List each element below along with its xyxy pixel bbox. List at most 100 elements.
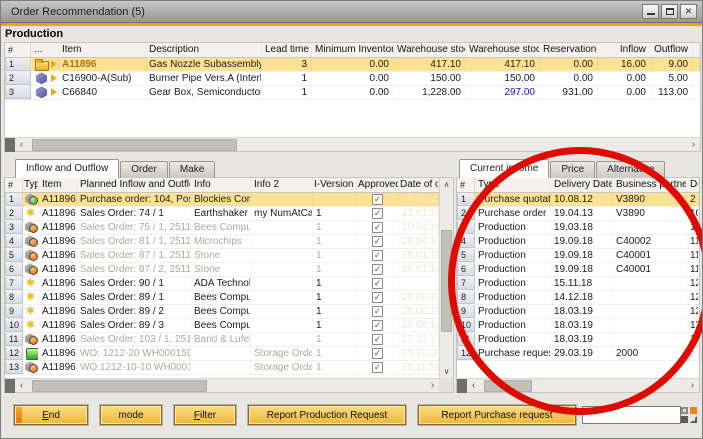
tab-alternative[interactable]: Alternative — [596, 161, 665, 178]
table-row[interactable]: 8 Production 14.12.18 12 — [457, 291, 699, 305]
approved-checkbox[interactable]: ✓ — [372, 348, 383, 359]
column-header[interactable]: Approved — [357, 178, 399, 192]
mode-button[interactable]: mode — [100, 405, 162, 425]
row-number[interactable]: 4 — [457, 235, 475, 248]
table-row[interactable]: 8 A11896 Sales Order: 89 / 1 Bees Comput… — [5, 291, 439, 305]
maximize-button[interactable] — [661, 4, 678, 19]
row-number[interactable]: 5 — [5, 249, 23, 262]
row-number[interactable]: 5 — [457, 249, 475, 262]
column-header[interactable]: Item — [59, 43, 146, 57]
splitter-handle[interactable] — [457, 379, 467, 393]
income-hscrollbar[interactable]: ‹ › — [457, 378, 699, 392]
column-header[interactable]: # — [5, 43, 31, 57]
table-row[interactable]: 4 Production 19.09.18 C40002 11 — [457, 235, 699, 249]
item-code[interactable]: A11896 — [39, 347, 77, 360]
column-header[interactable]: Inflow — [598, 43, 651, 57]
scrollbar-track[interactable] — [28, 138, 687, 152]
scrollbar-track[interactable] — [480, 379, 686, 393]
scrollbar-track[interactable] — [28, 379, 426, 393]
item-code[interactable]: A11896 — [39, 305, 77, 318]
column-header[interactable]: Item — [39, 178, 77, 192]
tab-current-income[interactable]: Current income — [459, 159, 549, 178]
column-header[interactable]: Warehouse stock — [394, 43, 466, 57]
splitter-handle[interactable] — [5, 138, 15, 152]
table-row[interactable]: 10 Production 18.03.19 12 — [457, 319, 699, 333]
end-button[interactable]: End — [14, 405, 88, 425]
approved-checkbox[interactable]: ✓ — [372, 236, 383, 247]
table-row[interactable]: 9 A11896 Sales Order: 89 / 2 Bees Comput… — [5, 305, 439, 319]
item-code[interactable]: A11896 — [39, 193, 77, 206]
close-button[interactable]: ✕ — [680, 4, 697, 19]
approved-checkbox[interactable]: ✓ — [372, 222, 383, 233]
table-row[interactable]: 12 A11896 WO: 1212-20 WH000159 Storage O… — [5, 347, 439, 361]
column-header[interactable]: Info — [191, 178, 251, 192]
row-number[interactable]: 7 — [5, 277, 23, 290]
row-number[interactable]: 2 — [457, 207, 475, 220]
column-header[interactable]: Planned Inflow and Outflow — [77, 178, 191, 192]
row-number[interactable]: 1 — [5, 193, 23, 206]
table-row[interactable]: 10 A11896 Sales Order: 89 / 3 Bees Compu… — [5, 319, 439, 333]
row-number[interactable]: 12 — [5, 347, 23, 360]
item-code[interactable]: A11896 — [39, 263, 77, 276]
item-code[interactable]: A11896 — [39, 235, 77, 248]
approved-checkbox[interactable]: ✓ — [372, 362, 383, 373]
column-header[interactable]: Delivery Date — [551, 178, 613, 192]
column-header[interactable]: Date of orc — [399, 178, 439, 192]
column-header[interactable]: ... — [31, 43, 59, 57]
table-row[interactable]: 2 A11896 Sales Order: 74 / 1 Earthshaker… — [5, 207, 439, 221]
approved-checkbox[interactable]: ✓ — [372, 292, 383, 303]
approved-checkbox[interactable]: ✓ — [372, 264, 383, 275]
scroll-left-icon[interactable]: ‹ — [15, 379, 28, 393]
table-row[interactable]: 11 A11896 Sales Order: 103 / 1, 2511218 … — [5, 333, 439, 347]
tab-order[interactable]: Order — [120, 161, 168, 178]
table-row[interactable]: 3 A11896 Sales Order: 75 / 1, 2511218 Be… — [5, 221, 439, 235]
column-header[interactable]: Type — [475, 178, 551, 192]
tab-make[interactable]: Make — [169, 161, 215, 178]
scroll-left-icon[interactable]: ‹ — [15, 138, 28, 152]
table-row[interactable]: 12 Purchase request 29.03.19 2000 — [457, 347, 699, 361]
table-row[interactable]: 7 Production 15.11.18 12 — [457, 277, 699, 291]
table-row[interactable]: 13 A11896 WO:1212-10-10 WH000159 Storage… — [5, 361, 439, 375]
filter-button[interactable]: Filter — [174, 405, 236, 425]
row-number[interactable]: 3 — [457, 221, 475, 234]
row-number[interactable]: 2 — [5, 207, 23, 220]
tab-inflow-and-outflow[interactable]: Inflow and Outflow — [15, 159, 119, 178]
row-number[interactable]: 8 — [457, 291, 475, 304]
column-header[interactable]: # — [457, 178, 475, 192]
item-code[interactable]: A11896 — [39, 319, 77, 332]
item-code[interactable]: A11896 — [39, 277, 77, 290]
item-code[interactable]: C16900-A(Sub) — [59, 72, 146, 85]
row-number[interactable]: 11 — [457, 333, 475, 346]
column-header[interactable]: Info 2 — [251, 178, 313, 192]
table-row[interactable]: 2 Purchase order 19.04.13 V3890 10 — [457, 207, 699, 221]
row-number[interactable]: 6 — [457, 263, 475, 276]
column-header[interactable]: Minimum Inventory — [312, 43, 394, 57]
scrollbar-thumb[interactable] — [484, 380, 532, 392]
column-header[interactable]: Reservation — [540, 43, 598, 57]
table-row[interactable]: 5 A11896 Sales Order: 87 / 1, 2511218 St… — [5, 249, 439, 263]
scrollbar-thumb[interactable] — [441, 230, 452, 332]
row-number[interactable]: 8 — [5, 291, 23, 304]
row-number[interactable]: 7 — [457, 277, 475, 290]
row-number[interactable]: 1 — [457, 193, 475, 206]
report-production-request-button[interactable]: Report Production Request — [248, 405, 406, 425]
footer-input[interactable] — [582, 406, 681, 424]
inflow-vscrollbar[interactable]: ∧ ∨ — [439, 178, 453, 378]
scroll-right-icon[interactable]: › — [686, 379, 699, 393]
item-link-arrow-icon[interactable] — [51, 74, 57, 82]
approved-checkbox[interactable]: ✓ — [372, 278, 383, 289]
approved-checkbox[interactable]: ✓ — [372, 208, 383, 219]
scrollbar-thumb[interactable] — [32, 139, 237, 151]
item-code[interactable]: A11896 — [59, 58, 146, 71]
table-row[interactable]: 7 A11896 Sales Order: 90 / 1 ADA Technol… — [5, 277, 439, 291]
table-row[interactable]: 6 Production 19.09.18 C40001 11 — [457, 263, 699, 277]
scroll-right-icon[interactable]: › — [687, 138, 700, 152]
row-number[interactable]: 9 — [457, 305, 475, 318]
row-number[interactable]: 2 — [5, 72, 31, 85]
row-number[interactable]: 3 — [5, 86, 31, 99]
row-number[interactable]: 13 — [5, 361, 23, 374]
row-number[interactable]: 10 — [5, 319, 23, 332]
column-header[interactable]: I-Version — [313, 178, 357, 192]
item-code[interactable]: A11896 — [39, 291, 77, 304]
item-link-arrow-icon[interactable] — [51, 88, 57, 96]
